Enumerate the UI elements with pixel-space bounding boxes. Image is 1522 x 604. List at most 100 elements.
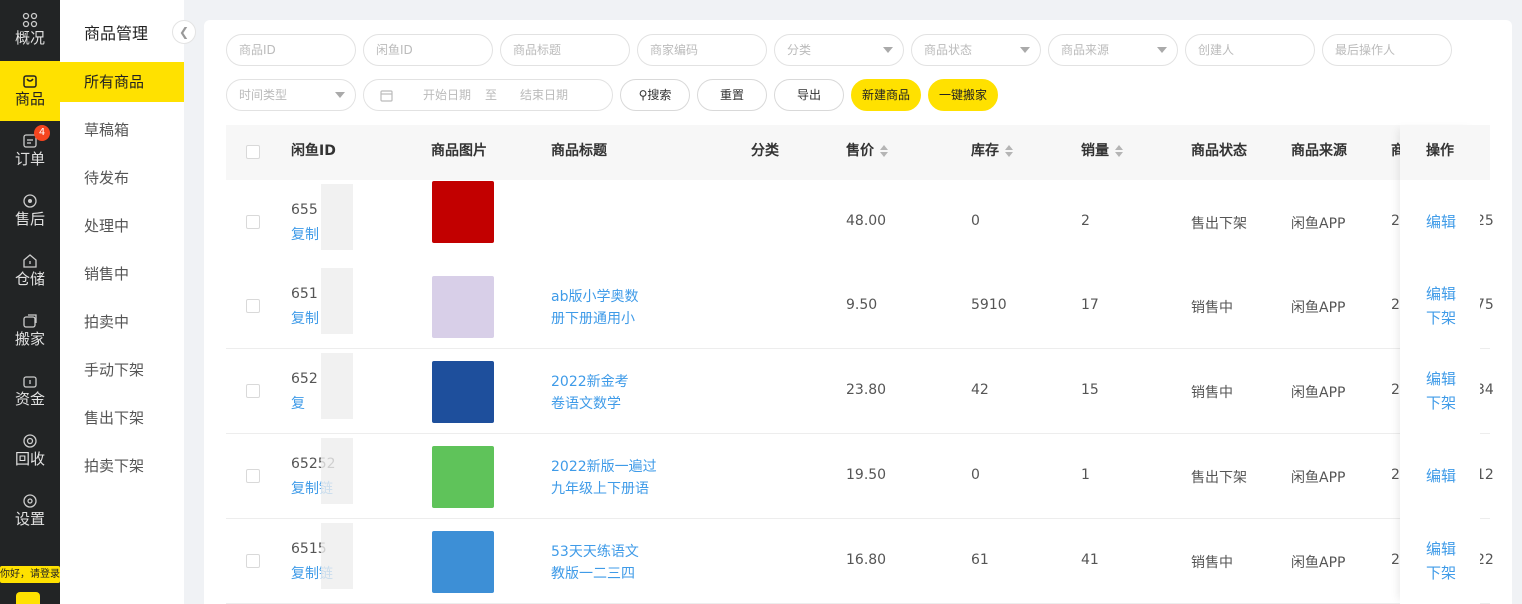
xianyu-id-input[interactable]: 闲鱼ID	[363, 34, 493, 66]
edit-link[interactable]: 编辑	[1426, 210, 1456, 234]
product-subnav: 商品管理 所有商品 草稿箱 待发布 处理中 销售中 拍卖中 手动下架 售出下架 …	[60, 0, 184, 604]
reset-button[interactable]: 重置	[697, 79, 767, 111]
product-thumbnail[interactable]	[432, 181, 494, 243]
edit-link[interactable]: 编辑	[1426, 537, 1456, 561]
row-source: 闲鱼APP	[1291, 385, 1346, 401]
status-select[interactable]: 商品状态	[911, 34, 1041, 66]
date-separator: 至	[485, 88, 498, 102]
rail-item-funds[interactable]: 资金	[0, 361, 60, 421]
rail-item-recycle[interactable]: 回收	[0, 421, 60, 481]
rail-item-settings[interactable]: 设置	[0, 481, 60, 541]
time-type-label: 时间类型	[239, 88, 288, 102]
rail-item-move[interactable]: 搬家	[0, 301, 60, 361]
edit-link[interactable]: 编辑	[1426, 464, 1456, 488]
product-thumbnail[interactable]	[432, 276, 494, 338]
copy-link[interactable]: 复制	[291, 224, 319, 244]
subnav-item-soldout-off[interactable]: 售出下架	[60, 398, 184, 438]
one-click-move-button[interactable]: 一键搬家	[928, 79, 998, 111]
sort-icon	[1115, 145, 1123, 157]
row-status: 售出下架	[1191, 470, 1247, 486]
ops-column: 操作 编辑 编辑 下架 编辑 下架 编辑 编辑 下架	[1400, 125, 1480, 604]
subnav-item-drafts[interactable]: 草稿箱	[60, 110, 184, 150]
edit-link[interactable]: 编辑	[1426, 367, 1456, 391]
delist-link[interactable]: 下架	[1426, 561, 1456, 585]
copy-link[interactable]: 复制	[291, 308, 319, 328]
last-operator-input[interactable]: 最后操作人	[1322, 34, 1452, 66]
col-stock[interactable]: 库存	[971, 125, 1013, 180]
subnav-item-pending[interactable]: 待发布	[60, 158, 184, 198]
edit-link[interactable]: 编辑	[1426, 282, 1456, 306]
search-button-label: 搜索	[647, 88, 672, 102]
product-id-input[interactable]: 商品ID	[226, 34, 356, 66]
row-xianyu-id: 651	[291, 286, 318, 302]
row-checkbox[interactable]	[246, 299, 260, 313]
row-checkbox[interactable]	[246, 215, 260, 229]
category-select[interactable]: 分类	[774, 34, 904, 66]
product-title-line2[interactable]: 九年级上下册语	[551, 478, 649, 498]
subnav-item-processing[interactable]: 处理中	[60, 206, 184, 246]
product-title-line2[interactable]: 册下册通用小	[551, 308, 635, 328]
rail-label: 搬家	[14, 330, 45, 348]
merchant-code-input[interactable]: 商家编码	[637, 34, 767, 66]
time-type-select[interactable]: 时间类型	[226, 79, 356, 111]
rail-item-products[interactable]: 商品	[0, 61, 60, 121]
redaction-overlay	[321, 523, 353, 589]
row-xianyu-id: 652	[291, 371, 318, 387]
title-input[interactable]: 商品标题	[500, 34, 630, 66]
product-title-line2[interactable]: 卷语文数学	[551, 393, 621, 413]
subnav-item-auction-off[interactable]: 拍卖下架	[60, 446, 184, 486]
subnav-item-manual-off[interactable]: 手动下架	[60, 350, 184, 390]
redaction-overlay	[321, 438, 353, 504]
row-source: 闲鱼APP	[1291, 555, 1346, 571]
col-xianyu-id: 闲鱼ID	[291, 143, 336, 159]
subnav-item-auction[interactable]: 拍卖中	[60, 302, 184, 342]
product-title-line1[interactable]: 53天天练语文	[551, 541, 639, 561]
table-row: 652 复 2022新金考 卷语文数学 23.80 42 15 销售中 闲鱼AP…	[226, 349, 1494, 434]
copy-link[interactable]: 复	[291, 393, 305, 413]
row-sales: 17	[1081, 297, 1099, 313]
rail-item-overview[interactable]: 概况	[0, 0, 60, 60]
new-product-button[interactable]: 新建商品	[851, 79, 921, 111]
caret-down-icon	[1157, 47, 1167, 53]
col-sales[interactable]: 销量	[1081, 125, 1123, 180]
redaction-overlay	[321, 184, 353, 250]
row-sales: 1	[1081, 467, 1090, 483]
product-title-line1[interactable]: 2022新版一遍过	[551, 456, 657, 476]
rail-item-orders[interactable]: 订单	[0, 121, 60, 181]
product-thumbnail[interactable]	[432, 531, 494, 593]
login-prompt[interactable]: 你好，请登录	[0, 566, 60, 583]
date-range-picker[interactable]: 开始日期 至 结束日期	[363, 79, 613, 111]
rail-item-warehouse[interactable]: 仓储	[0, 241, 60, 301]
row-source: 闲鱼APP	[1291, 470, 1346, 486]
col-ops: 操作	[1400, 125, 1480, 180]
source-select[interactable]: 商品来源	[1048, 34, 1178, 66]
order-count-badge: 4	[34, 125, 50, 141]
row-checkbox[interactable]	[246, 469, 260, 483]
search-button[interactable]: ⚲搜索	[620, 79, 690, 111]
rail-item-aftersale[interactable]: 售后	[0, 181, 60, 241]
end-date: 结束日期	[520, 88, 569, 102]
delist-link[interactable]: 下架	[1426, 306, 1456, 330]
row-price: 23.80	[846, 382, 887, 398]
recycle-icon	[23, 434, 37, 448]
delist-link[interactable]: 下架	[1426, 391, 1456, 415]
product-thumbnail[interactable]	[432, 446, 494, 508]
select-all-checkbox[interactable]	[246, 145, 260, 159]
table-row: 65252 复制链 2022新版一遍过 九年级上下册语 19.50 0 1 售出…	[226, 434, 1494, 519]
row-checkbox[interactable]	[246, 554, 260, 568]
collapse-sidebar-button[interactable]: ❮	[172, 20, 196, 44]
subnav-item-all[interactable]: 所有商品	[60, 62, 184, 102]
grid-icon	[22, 12, 38, 28]
row-checkbox[interactable]	[246, 384, 260, 398]
product-title-line1[interactable]: 2022新金考	[551, 371, 629, 391]
user-icon[interactable]	[16, 592, 40, 604]
product-title-line1[interactable]: ab版小学奥数	[551, 286, 638, 306]
export-button[interactable]: 导出	[774, 79, 844, 111]
product-title-line2[interactable]: 教版一二三四	[551, 563, 635, 583]
category-select-label: 分类	[787, 43, 812, 57]
col-price[interactable]: 售价	[846, 125, 888, 180]
creator-input[interactable]: 创建人	[1185, 34, 1315, 66]
subnav-item-selling[interactable]: 销售中	[60, 254, 184, 294]
product-thumbnail[interactable]	[432, 361, 494, 423]
row-stock: 61	[971, 552, 989, 568]
